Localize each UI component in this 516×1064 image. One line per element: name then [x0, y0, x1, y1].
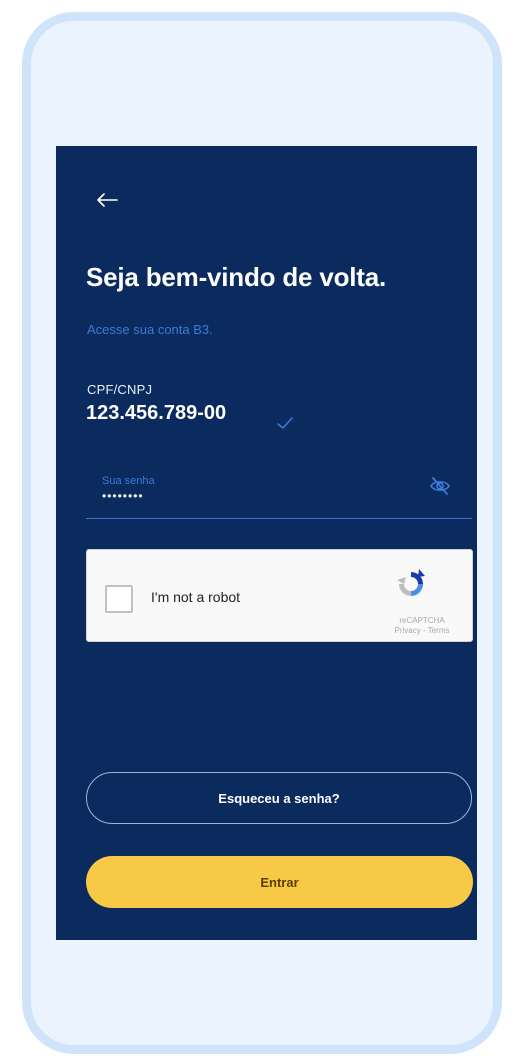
password-underline — [86, 518, 472, 519]
document-label: CPF/CNPJ — [87, 382, 153, 397]
recaptcha-links[interactable]: Privacy - Terms — [385, 626, 459, 636]
recaptcha-brand-text: reCAPTCHA — [399, 616, 445, 625]
login-screen: Seja bem-vindo de volta. Acesse sua cont… — [56, 146, 477, 940]
password-label: Sua senha — [102, 475, 155, 487]
eye-slash-icon[interactable] — [429, 476, 451, 496]
back-arrow-icon[interactable] — [96, 192, 118, 208]
page-subtitle: Acesse sua conta B3. — [87, 322, 213, 337]
recaptcha-brand: reCAPTCHA Privacy - Terms — [385, 616, 459, 636]
recaptcha-label: I'm not a robot — [151, 589, 241, 605]
recaptcha-checkbox[interactable] — [105, 585, 133, 613]
page-title: Seja bem-vindo de volta. — [86, 262, 387, 292]
forgot-password-button[interactable]: Esqueceu a senha? — [86, 772, 472, 824]
document-value: 123.456.789-00 — [86, 402, 227, 424]
recaptcha-widget: I'm not a robot reCAPTCHA Privacy - Term… — [86, 549, 473, 642]
password-field[interactable]: •••••••• — [102, 489, 144, 503]
check-icon — [277, 417, 293, 429]
recaptcha-logo-icon — [397, 569, 425, 596]
login-button[interactable]: Entrar — [86, 856, 473, 908]
